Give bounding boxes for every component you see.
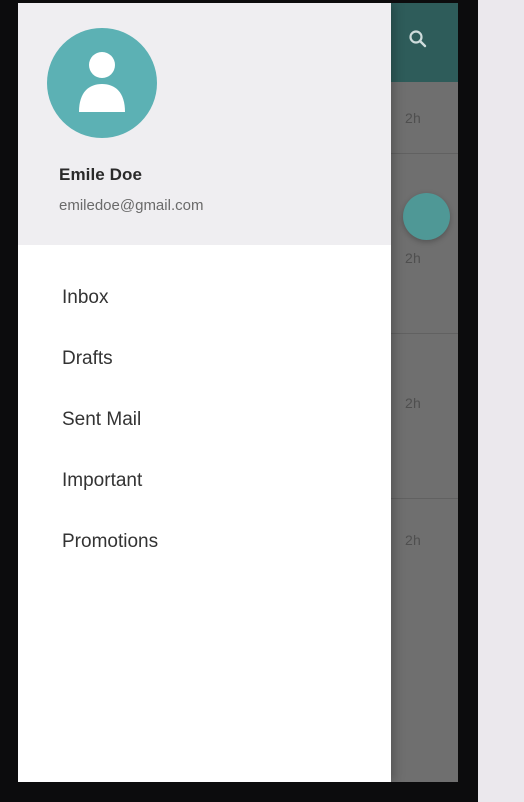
drawer-item-label: Sent Mail <box>62 409 142 430</box>
email-time: 2h <box>405 250 421 266</box>
drawer-item-label: Important <box>62 470 143 491</box>
drawer-item-label: Drafts <box>62 348 113 369</box>
email-time: 2h <box>405 110 421 126</box>
email-divider <box>390 153 458 154</box>
drawer-item-inbox[interactable]: Inbox <box>18 269 391 323</box>
drawer-item-important[interactable]: Important <box>18 452 391 506</box>
drawer-item-drafts[interactable]: Drafts <box>18 330 391 384</box>
drawer-item-sent-mail[interactable]: Sent Mail <box>18 391 391 445</box>
email-divider <box>390 333 458 334</box>
drawer-item-label: Inbox <box>62 287 109 308</box>
navigation-drawer: Emile Doe emiledoe@gmail.com Inbox Draft… <box>18 3 391 782</box>
person-icon <box>79 52 125 112</box>
device-frame: 2h 2h 2h 2h Emile Doe emiledoe@gmail.com <box>0 0 478 802</box>
drawer-item-label: Promotions <box>62 531 159 552</box>
profile-email: emiledoe@gmail.com <box>59 197 204 214</box>
profile-name: Emile Doe <box>59 165 143 184</box>
search-icon[interactable] <box>406 27 430 51</box>
app-screen: 2h 2h 2h 2h Emile Doe emiledoe@gmail.com <box>18 3 458 782</box>
email-time: 2h <box>405 532 421 548</box>
avatar[interactable] <box>47 28 157 138</box>
drawer-item-promotions[interactable]: Promotions <box>18 513 391 567</box>
compose-fab[interactable] <box>403 193 450 240</box>
email-time: 2h <box>405 395 421 411</box>
drawer-header: Emile Doe emiledoe@gmail.com <box>18 3 391 245</box>
email-divider <box>390 498 458 499</box>
device-bottom-bezel <box>18 782 458 802</box>
